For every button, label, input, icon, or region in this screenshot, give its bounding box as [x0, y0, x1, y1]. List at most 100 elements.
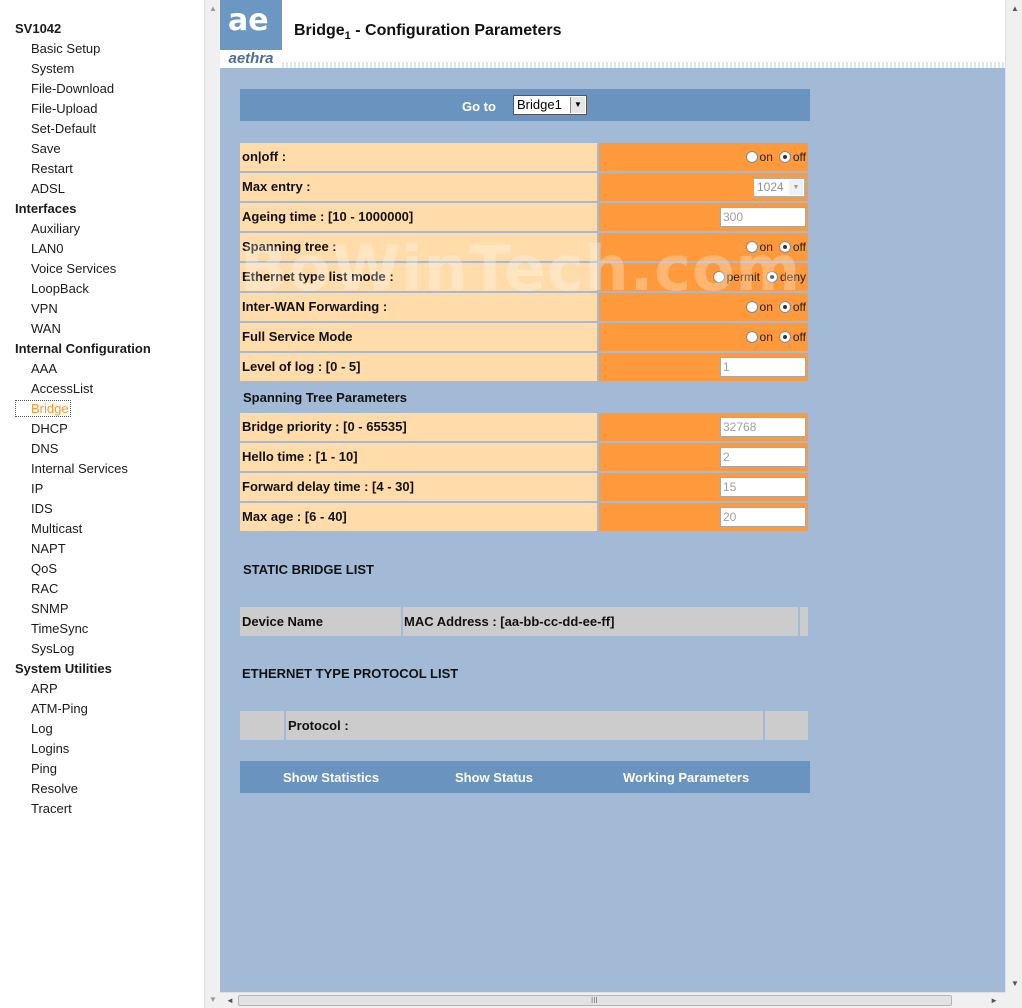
nav-item-accesslist[interactable]: AccessList [0, 379, 204, 399]
working-parameters-link[interactable]: Working Parameters [623, 770, 749, 785]
nav-item-arp[interactable]: ARP [0, 679, 204, 699]
nav-item-syslog[interactable]: SysLog [0, 639, 204, 659]
config-value-cell: 300 [599, 203, 808, 231]
nav-item-timesync[interactable]: TimeSync [0, 619, 204, 639]
nav-item-vpn[interactable]: VPN [0, 299, 204, 319]
device-name-column-header: Device Name [242, 614, 323, 629]
text-input[interactable]: 300 [720, 207, 806, 227]
scroll-down-arrow-icon[interactable]: ▼ [1011, 979, 1019, 988]
goto-label: Go to [462, 99, 496, 114]
page-header: ae aethra Bridge1 - Configuration Parame… [220, 0, 1022, 68]
nav-item-bridge[interactable]: Bridge [0, 399, 204, 419]
config-value-cell: 20 [599, 503, 808, 531]
nav-item-internal-services[interactable]: Internal Services [0, 459, 204, 479]
scroll-left-arrow-icon[interactable]: ◄ [226, 996, 234, 1005]
config-label: Ethernet type list mode : [240, 263, 597, 291]
nav-item-ip[interactable]: IP [0, 479, 204, 499]
config-label: Level of log : [0 - 5] [240, 353, 597, 381]
nav-item-file-upload[interactable]: File-Upload [0, 99, 204, 119]
nav-item-save[interactable]: Save [0, 139, 204, 159]
scroll-right-arrow-icon[interactable]: ► [990, 996, 998, 1005]
nav-item-dns[interactable]: DNS [0, 439, 204, 459]
config-value-cell: 1024 ▼ [599, 173, 808, 201]
show-statistics-link[interactable]: Show Statistics [283, 770, 379, 785]
scroll-down-arrow-icon[interactable]: ▼ [209, 995, 217, 1004]
text-input[interactable]: 15 [720, 477, 806, 497]
text-input[interactable]: 32768 [720, 417, 806, 437]
radio-label: off [792, 300, 806, 314]
nav-item-tracert[interactable]: Tracert [0, 799, 204, 819]
nav-item-log[interactable]: Log [0, 719, 204, 739]
radio-label: on [759, 330, 773, 344]
config-value-cell: on off [599, 293, 808, 321]
horizontal-scrollbar[interactable]: ◄ III ► [220, 992, 1022, 1008]
nav-item-ids[interactable]: IDS [0, 499, 204, 519]
radio-off[interactable] [778, 301, 791, 313]
radio-off[interactable] [778, 241, 791, 253]
scroll-up-arrow-icon[interactable]: ▲ [1011, 4, 1019, 13]
nav-item-wan[interactable]: WAN [0, 319, 204, 339]
config-label: Max entry : [240, 173, 597, 201]
nav-item-napt[interactable]: NAPT [0, 539, 204, 559]
nav-item-aaa[interactable]: AAA [0, 359, 204, 379]
config-row-spanning-tree: Spanning tree : on off [240, 233, 808, 263]
content-vertical-scrollbar[interactable]: ▲ ▼ [1005, 0, 1022, 992]
radio-permit[interactable] [712, 271, 725, 283]
nav-item-qos[interactable]: QoS [0, 559, 204, 579]
radio-group: on off [745, 300, 806, 314]
navigation-menu: SV1042 Basic Setup System File-Download File… [0, 0, 204, 1008]
nav-item-lan0[interactable]: LAN0 [0, 239, 204, 259]
bottom-action-bar: Show Statistics Show Status Working Para… [240, 761, 810, 793]
nav-item-file-download[interactable]: File-Download [0, 79, 204, 99]
max-entry-select[interactable]: 1024 ▼ [753, 178, 805, 197]
radio-on[interactable] [745, 241, 758, 253]
config-row-on-off: on|off : on off [240, 143, 808, 173]
radio-on[interactable] [745, 151, 758, 163]
nav-group-system-utilities: System Utilities [15, 661, 112, 676]
radio-deny[interactable] [765, 271, 778, 283]
content-frame: ae aethra Bridge1 - Configuration Parame… [220, 0, 1022, 1008]
nav-item-auxiliary[interactable]: Auxiliary [0, 219, 204, 239]
nav-item-dhcp[interactable]: DHCP [0, 419, 204, 439]
radio-off[interactable] [778, 331, 791, 343]
nav-item-voice-services[interactable]: Voice Services [0, 259, 204, 279]
nav-item-restart[interactable]: Restart [0, 159, 204, 179]
nav-item-multicast[interactable]: Multicast [0, 519, 204, 539]
ethernet-type-list-title: ETHERNET TYPE PROTOCOL LIST [242, 666, 459, 681]
radio-label: off [792, 240, 806, 254]
text-input[interactable]: 1 [720, 357, 806, 377]
nav-item-ping[interactable]: Ping [0, 759, 204, 779]
radio-group: on off [745, 240, 806, 254]
nav-item-adsl[interactable]: ADSL [0, 179, 204, 199]
radio-on[interactable] [745, 331, 758, 343]
goto-select[interactable]: Bridge1 ▼ [513, 95, 587, 115]
config-label: Inter-WAN Forwarding : [240, 293, 597, 321]
nav-item-atm-ping[interactable]: ATM-Ping [0, 699, 204, 719]
nav-item-set-default[interactable]: Set-Default [0, 119, 204, 139]
radio-on[interactable] [745, 301, 758, 313]
config-table: on|off : on off Max entry : 1024 ▼ Ageing time… [240, 143, 808, 533]
static-bridge-header-row: Device Name MAC Address : [aa-bb-cc-dd-e… [240, 607, 808, 636]
horizontal-scroll-thumb[interactable]: III [238, 995, 952, 1006]
nav-item-logins[interactable]: Logins [0, 739, 204, 759]
config-row-inter-wan-forwarding: Inter-WAN Forwarding : on off [240, 293, 808, 323]
nav-item-loopback[interactable]: LoopBack [0, 279, 204, 299]
nav-vertical-scrollbar[interactable]: ▲ ▼ [204, 0, 220, 1008]
nav-item-basic-setup[interactable]: Basic Setup [0, 39, 204, 59]
nav-item-system[interactable]: System [0, 59, 204, 79]
radio-off[interactable] [778, 151, 791, 163]
text-input[interactable]: 20 [720, 507, 806, 527]
nav-item-resolve[interactable]: Resolve [0, 779, 204, 799]
goto-bar: Go to Bridge1 ▼ [240, 89, 810, 121]
text-input[interactable]: 2 [720, 447, 806, 467]
scroll-up-arrow-icon[interactable]: ▲ [209, 4, 217, 13]
config-row-ethernet-type-list-mode: Ethernet type list mode : permit deny [240, 263, 808, 293]
show-status-link[interactable]: Show Status [455, 770, 533, 785]
radio-group: on off [745, 330, 806, 344]
config-label: Forward delay time : [4 - 30] [240, 473, 597, 501]
nav-item-rac[interactable]: RAC [0, 579, 204, 599]
nav-item-snmp[interactable]: SNMP [0, 599, 204, 619]
radio-group: on off [745, 150, 806, 164]
radio-label: deny [779, 270, 806, 284]
config-label: Full Service Mode [240, 323, 597, 351]
